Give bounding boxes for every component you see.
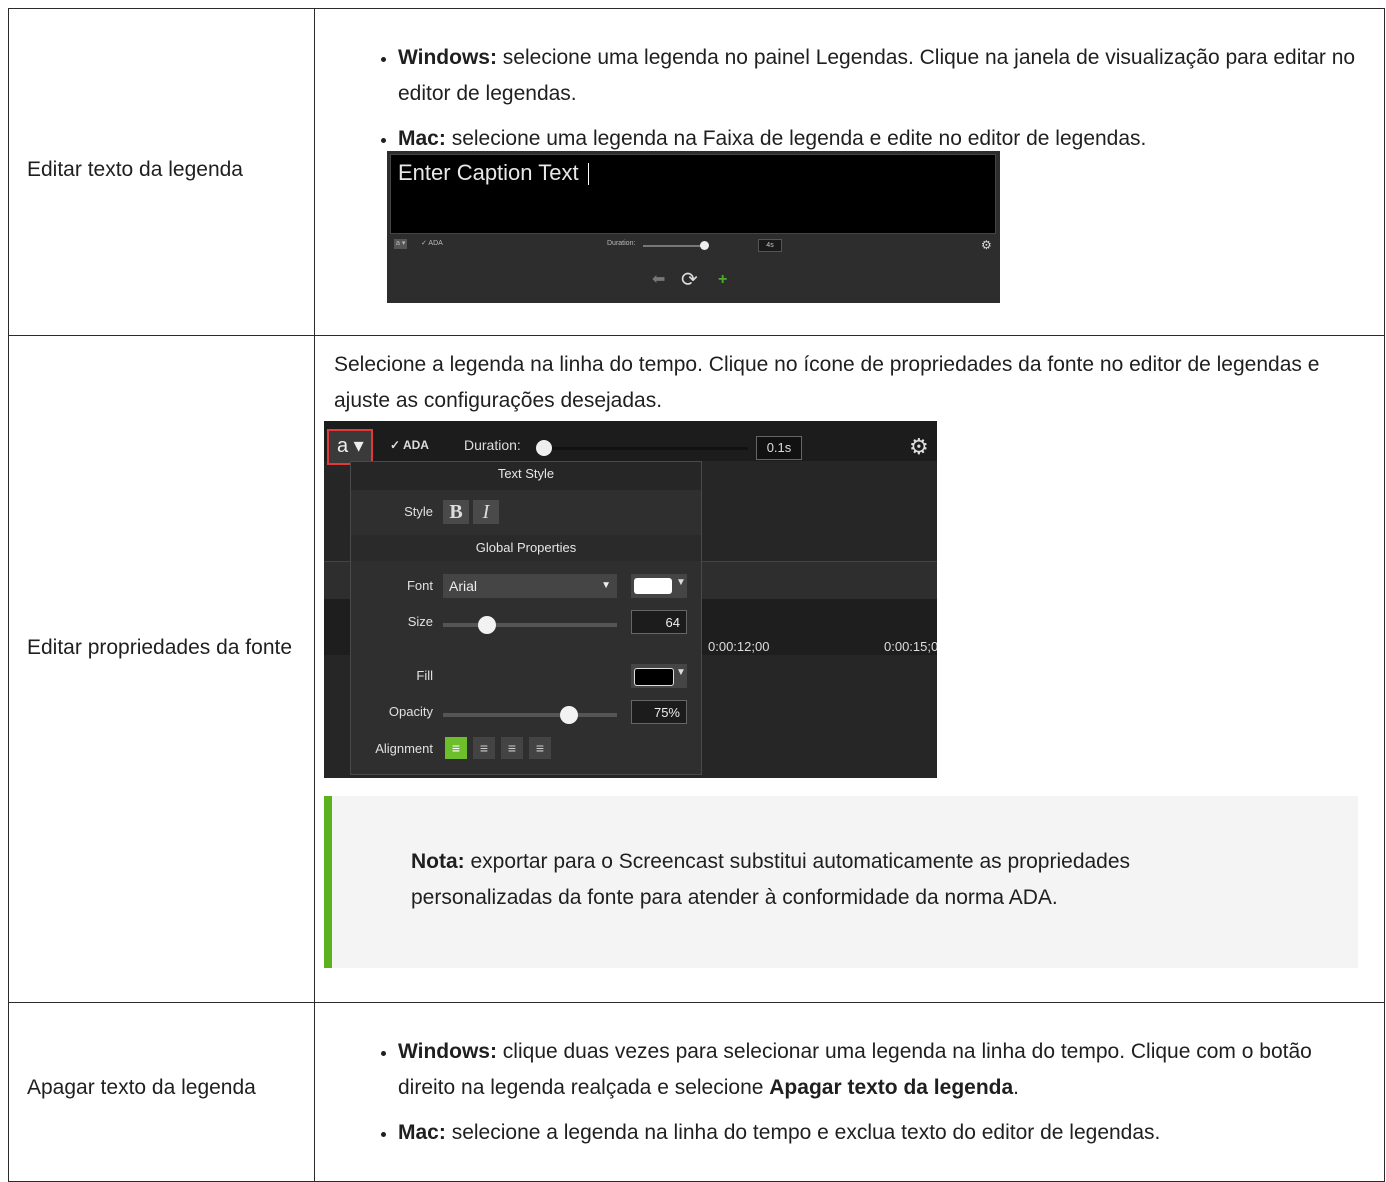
size-slider-track: [443, 623, 617, 627]
column-divider: [314, 336, 315, 1002]
list-item: Mac: selecione a legenda na linha do tem…: [398, 1115, 1366, 1151]
font-color-swatch: [634, 578, 672, 594]
row-label: Editar propriedades da fonte: [27, 636, 293, 659]
timecode-label: 0:00:15;0: [884, 639, 937, 654]
ada-checkbox: ✓ ADA: [421, 240, 443, 247]
duration-value: 0.1s: [756, 436, 802, 460]
caption-editor-screenshot: Enter Caption Text a ▾ ✓ ADA Duration: 4…: [387, 151, 1000, 303]
row-label: Editar texto da legenda: [27, 158, 243, 181]
duration-value: 4s: [758, 239, 782, 252]
instruction-text: selecione a legenda na linha do tempo e …: [445, 1121, 1161, 1144]
ada-checkbox: ✓ ADA: [390, 438, 429, 452]
note-text: Nota: exportar para o Screencast substit…: [411, 844, 1268, 916]
text-style-panel: Text Style Style B I Global Properties F…: [350, 461, 702, 775]
caption-text-area: Enter Caption Text: [390, 154, 996, 234]
font-properties-button: a ▾: [394, 239, 408, 249]
global-properties-header: Global Properties: [351, 535, 701, 561]
add-caption-icon: +: [718, 271, 728, 288]
play-icon: ⟳: [681, 269, 698, 291]
font-select: Arial ▼: [443, 574, 617, 598]
timecode-label: 0:00:12;00: [708, 639, 770, 654]
chevron-down-icon: ▼: [676, 667, 686, 678]
font-label: Font: [406, 578, 433, 593]
gear-icon: ⚙: [981, 238, 992, 252]
text-caret: [588, 163, 589, 185]
instruction-text: selecione uma legenda no painel Legendas…: [398, 46, 1356, 105]
size-label: Size: [407, 614, 433, 629]
platform-label: Mac:: [398, 127, 446, 150]
platform-label: Windows:: [398, 46, 497, 69]
align-center-icon: ≡: [501, 737, 523, 759]
font-color-picker: ▼: [631, 574, 687, 598]
fill-color-picker: ▼: [631, 664, 687, 688]
instruction-text: selecione uma legenda na Faixa de legend…: [445, 127, 1147, 150]
text-style-header: Text Style: [351, 462, 701, 490]
row-content: Windows: selecione uma legenda no painel…: [334, 40, 1366, 166]
instruction-text: .: [1013, 1076, 1019, 1099]
chevron-down-icon: ▼: [601, 580, 611, 591]
alignment-label: Alignment: [375, 741, 433, 756]
row-content: Windows: clique duas vezes para selecion…: [334, 1034, 1366, 1160]
font-value: Arial: [449, 578, 478, 594]
font-properties-screenshot: a ▾ ✓ ADA Duration: 0.1s ⚙ 0:00:12;00 0:…: [324, 421, 937, 778]
back-arrow-icon: ⬅: [652, 271, 666, 288]
fill-label: Fill: [416, 668, 433, 683]
list-item: Windows: clique duas vezes para selecion…: [398, 1034, 1366, 1106]
opacity-value: 75%: [631, 700, 687, 724]
opacity-label: Opacity: [388, 704, 433, 719]
note-callout: Nota: exportar para o Screencast substit…: [324, 796, 1358, 968]
note-body: exportar para o Screencast substitui aut…: [411, 850, 1131, 909]
row-intro: Selecione a legenda na linha do tempo. C…: [334, 353, 1320, 412]
menu-command: Apagar texto da legenda: [769, 1076, 1014, 1099]
size-slider-knob: [478, 616, 496, 634]
italic-button: I: [473, 500, 499, 524]
align-left-icon: ≡: [473, 737, 495, 759]
caption-text: Enter Caption Text: [398, 160, 579, 185]
size-value: 64: [631, 610, 687, 634]
platform-label: Mac:: [398, 1121, 446, 1144]
bullet-list: Windows: clique duas vezes para selecion…: [334, 1034, 1366, 1151]
platform-label: Windows:: [398, 1040, 497, 1063]
table-row: Apagar texto da legenda Windows: clique …: [8, 1002, 1385, 1182]
bullet-list: Windows: selecione uma legenda no painel…: [334, 40, 1366, 157]
fill-color-swatch: [634, 668, 674, 686]
style-label: Style: [404, 504, 433, 519]
note-label: Nota:: [411, 850, 465, 873]
gear-icon: ⚙: [909, 434, 929, 459]
opacity-slider-track: [443, 713, 617, 717]
align-left-icon: ≡: [445, 737, 467, 759]
duration-slider-knob: [536, 440, 552, 456]
duration-label: Duration:: [607, 240, 636, 247]
list-item: Windows: selecione uma legenda no painel…: [398, 40, 1366, 112]
align-right-icon: ≡: [529, 737, 551, 759]
opacity-slider-knob: [560, 706, 578, 724]
font-properties-button: a ▾: [327, 429, 373, 465]
column-divider: [314, 1003, 315, 1181]
duration-label: Duration:: [464, 437, 521, 453]
duration-slider-track: [643, 245, 705, 247]
duration-slider-track: [552, 447, 748, 450]
chevron-down-icon: ▼: [676, 577, 686, 588]
bold-button: B: [443, 500, 469, 524]
column-divider: [314, 9, 315, 335]
row-label: Apagar texto da legenda: [27, 1076, 256, 1099]
duration-slider-knob: [700, 241, 709, 250]
